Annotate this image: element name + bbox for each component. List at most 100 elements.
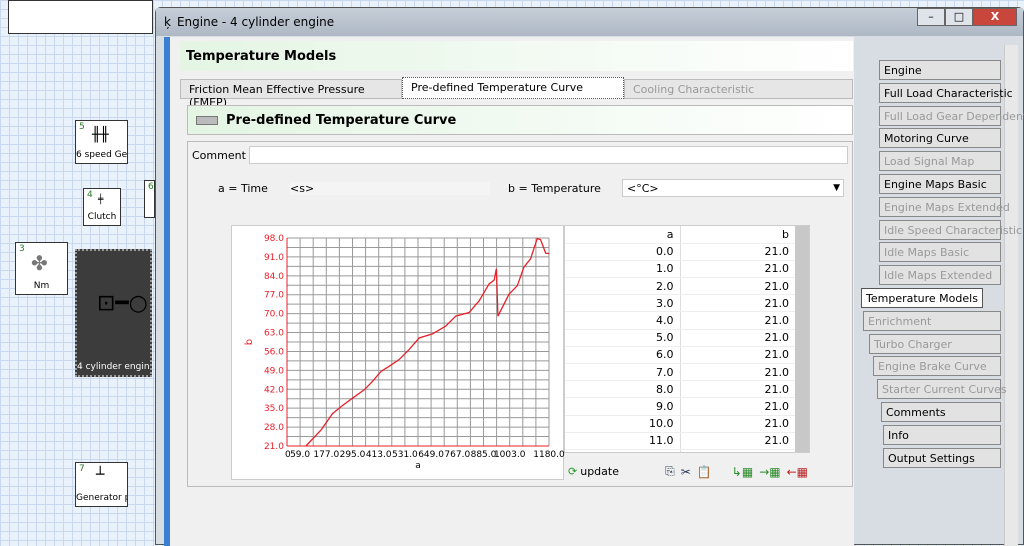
table-cell[interactable]: 2.0 — [565, 277, 681, 296]
table-cell[interactable]: 21.0 — [680, 329, 795, 347]
client-area: Temperature Models Friction Mean Effecti… — [164, 37, 854, 546]
y-tick-label: 28.0 — [264, 423, 284, 433]
column-header-b[interactable]: b — [680, 226, 795, 244]
table-scrollbar[interactable] — [795, 226, 809, 452]
category-tab[interactable]: Engine — [879, 60, 1001, 80]
table-row[interactable]: 6.0 21.0 — [565, 346, 795, 365]
table-cell[interactable]: 6.0 — [565, 346, 681, 365]
category-tab[interactable]: Engine Maps Extended — [879, 196, 1010, 217]
table-cell[interactable]: 4.0 — [565, 311, 681, 330]
tab-fmep[interactable]: Friction Mean Effective Pressure (FMEP) — [180, 79, 402, 109]
category-tab[interactable]: Turbo Charger — [869, 333, 1001, 354]
category-tab[interactable]: Full Load Characteristic — [879, 82, 1013, 103]
table-cell[interactable]: 1.0 — [565, 260, 681, 279]
category-tab[interactable]: Idle Maps Basic — [879, 242, 1001, 263]
table-row[interactable]: 11.0 21.0 — [565, 432, 795, 450]
y-tick-label: 42.0 — [264, 385, 284, 395]
tab-cooling[interactable]: Cooling Characteristic — [624, 79, 853, 99]
maximize-button[interactable]: □ — [945, 8, 973, 26]
y-tick-label: 49.0 — [264, 366, 284, 376]
table-row[interactable]: 2.0 21.0 — [565, 277, 795, 296]
table-cell[interactable]: 12.0 — [565, 449, 681, 452]
table-row[interactable]: 7.0 21.0 — [565, 363, 795, 382]
table-cell[interactable]: 21.0 — [680, 243, 795, 261]
table-cell[interactable]: 21.0 — [680, 432, 795, 450]
refresh-icon: ⟳ — [568, 465, 578, 478]
table-row[interactable]: 8.0 21.0 — [565, 380, 795, 399]
category-tab[interactable]: Idle Speed Characteristic — [879, 219, 1022, 240]
column-header-a[interactable]: a — [565, 226, 681, 244]
append-row-icon[interactable]: →▦ — [759, 465, 780, 479]
category-tab[interactable]: Starter Current Curves — [877, 379, 1007, 400]
table-row[interactable]: 10.0 21.0 — [565, 415, 795, 433]
pulley-icon: ┴ — [96, 467, 105, 483]
chevron-down-icon: ▼ — [833, 183, 840, 193]
table-cell[interactable]: 21.0 — [680, 277, 795, 296]
delete-row-icon[interactable]: ←▦ — [787, 465, 808, 479]
block-6[interactable]: 6 — [144, 180, 155, 218]
clutch-block[interactable]: 4 ╪ Clutch — [83, 188, 121, 226]
generator-block[interactable]: 7┴Generator pul — [75, 462, 128, 507]
collapse-icon[interactable] — [196, 115, 218, 125]
tab-predefined-curve[interactable]: Pre-defined Temperature Curve — [402, 77, 624, 99]
x-tick-label: 59.0 — [290, 450, 310, 460]
fan-icon: ✤ — [31, 251, 48, 275]
comment-label: Comment — [192, 148, 246, 162]
table-cell[interactable]: 21.0 — [680, 415, 795, 433]
category-tab[interactable]: Engine Brake Curve — [873, 356, 1001, 377]
load-block[interactable]: 3 ✤ Nm — [15, 242, 68, 295]
table-row[interactable]: 0.0 21.0 — [565, 243, 795, 261]
table-cell[interactable]: 21.0 — [680, 397, 795, 416]
category-tab[interactable]: Load Signal Map — [879, 151, 1001, 172]
table-cell[interactable]: 21.0 — [680, 346, 795, 365]
x-tick-label: 1180.0 — [533, 450, 565, 460]
update-button[interactable]: update — [580, 465, 619, 478]
comment-input[interactable] — [248, 146, 848, 164]
table-cell[interactable]: 21.0 — [680, 449, 795, 452]
category-tab[interactable]: Idle Maps Extended — [879, 265, 1001, 286]
temperature-unit-select[interactable]: <°C> ▼ — [622, 179, 844, 197]
table-cell[interactable]: 3.0 — [565, 294, 681, 313]
table-cell[interactable]: 10.0 — [565, 415, 681, 433]
x-tick-label: 531.0 — [392, 450, 418, 460]
table-row[interactable]: 5.0 21.0 — [565, 329, 795, 347]
table-cell[interactable]: 9.0 — [565, 397, 681, 416]
table-row[interactable]: 1.0 21.0 — [565, 260, 795, 279]
table-cell[interactable]: 21.0 — [680, 380, 795, 399]
cut-icon[interactable]: ✂ — [681, 465, 691, 479]
table-cell[interactable]: 21.0 — [680, 311, 795, 330]
table-row[interactable]: 9.0 21.0 — [565, 397, 795, 416]
gearbox-block[interactable]: 5╫╫6 speed Gear — [75, 120, 128, 164]
table-row[interactable]: 12.021.0 — [565, 449, 795, 452]
table-cell[interactable]: 5.0 — [565, 329, 681, 347]
minimize-button[interactable]: – — [917, 8, 945, 26]
table-cell[interactable]: 8.0 — [565, 380, 681, 399]
engine-block[interactable]: ⊡━○ 4 cylinder engine — [75, 249, 152, 377]
category-tab[interactable]: Engine Maps Basic — [879, 174, 1001, 194]
table-cell[interactable]: 21.0 — [680, 363, 795, 382]
copy-icon[interactable]: ⎘ — [665, 464, 675, 479]
table-row[interactable]: 4.0 21.0 — [565, 311, 795, 330]
x-tick-label: 1003.0 — [494, 450, 526, 460]
category-tab[interactable]: Comments — [881, 402, 1001, 422]
insert-row-icon[interactable]: ↳▦ — [732, 465, 753, 479]
table-cell[interactable]: 11.0 — [565, 432, 681, 450]
table-cell[interactable]: 0.0 — [565, 243, 681, 261]
table-cell[interactable]: 21.0 — [680, 260, 795, 279]
category-tab[interactable]: Info — [883, 424, 1001, 445]
category-tab[interactable]: Output Settings — [883, 447, 1001, 468]
category-tab[interactable]: Motoring Curve — [879, 128, 1001, 149]
category-tab[interactable]: Temperature Models — [861, 288, 983, 308]
section-header: Pre-defined Temperature Curve — [187, 105, 853, 135]
category-tab[interactable]: Enrichment — [863, 310, 1001, 331]
paste-icon[interactable]: 📋 — [697, 465, 712, 479]
table-cell[interactable]: 21.0 — [680, 294, 795, 313]
tab-bar: Friction Mean Effective Pressure (FMEP) … — [180, 77, 853, 109]
x-tick-label: 885.0 — [471, 450, 497, 460]
diagram-block[interactable] — [8, 0, 153, 34]
table-row[interactable]: 3.0 21.0 — [565, 294, 795, 313]
close-button[interactable]: X — [973, 8, 1017, 26]
category-tab[interactable]: Full Load Gear Dependent — [879, 105, 1024, 126]
table-cell[interactable]: 7.0 — [565, 363, 681, 382]
y-tick-label: 91.0 — [264, 253, 284, 263]
